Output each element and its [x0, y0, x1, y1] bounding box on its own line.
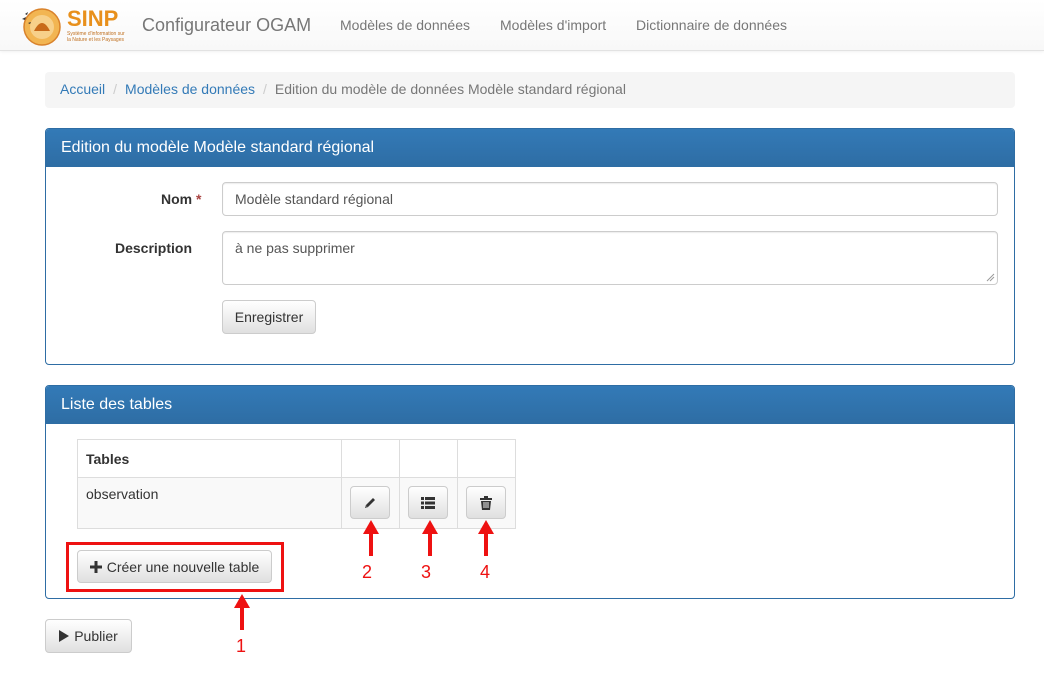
- breadcrumb-separator: /: [263, 81, 267, 97]
- navbar: SINP Système d'information sur la Nature…: [0, 0, 1044, 51]
- table-name-cell: observation: [77, 477, 342, 529]
- description-textarea[interactable]: à ne pas supprimer: [222, 231, 998, 285]
- logo-emblem-icon: [22, 8, 61, 46]
- logo-subtext: Système d'information sur la Nature et l…: [67, 31, 125, 43]
- table-header-row: Tables: [77, 439, 516, 478]
- annotation-number-2: 2: [362, 562, 373, 582]
- nav-link-data-models[interactable]: Modèles de données: [340, 17, 470, 33]
- annotation-arrow-up-icon: [478, 520, 494, 556]
- table-row: observation: [77, 477, 516, 529]
- annotation-arrow-up-icon: [422, 520, 438, 556]
- trash-icon: [480, 495, 492, 510]
- resize-grip-icon[interactable]: [986, 273, 995, 282]
- publish-label: Publier: [74, 628, 118, 644]
- breadcrumb-separator: /: [113, 81, 118, 97]
- nav-link-import-models[interactable]: Modèles d'import: [500, 17, 606, 33]
- annotation-number-3: 3: [421, 562, 432, 582]
- delete-table-button[interactable]: [466, 486, 506, 519]
- save-button[interactable]: Enregistrer: [222, 300, 316, 334]
- tables-column-header: Tables: [77, 439, 342, 478]
- breadcrumb-home[interactable]: Accueil: [60, 81, 105, 97]
- description-label: Description: [115, 240, 193, 256]
- annotation-number-4: 4: [480, 562, 491, 582]
- app-brand[interactable]: Configurateur OGAM: [142, 15, 311, 36]
- logo-text: SINP: [67, 6, 119, 31]
- annotation-arrow-up-icon: [363, 520, 379, 556]
- annotation-number-1: 1: [236, 636, 247, 656]
- play-icon: [59, 630, 70, 642]
- annotation-arrow-up-icon: [234, 594, 250, 630]
- tables-panel-title: Liste des tables: [46, 386, 1014, 424]
- breadcrumb: Accueil / Modèles de données / Edition du mo…: [45, 72, 1015, 108]
- name-input[interactable]: Modèle standard régional: [222, 182, 998, 216]
- breadcrumb-data-models[interactable]: Modèles de données: [125, 81, 255, 97]
- edit-model-panel: Edition du modèle Modèle standard région…: [45, 128, 1015, 365]
- required-marker: *: [196, 191, 202, 207]
- table-fields-button[interactable]: [408, 486, 448, 519]
- name-label-text: Nom: [161, 191, 193, 207]
- description-value: à ne pas supprimer: [235, 240, 355, 256]
- sinp-logo[interactable]: SINP Système d'information sur la Nature…: [20, 5, 128, 47]
- edit-panel-title: Edition du modèle Modèle standard région…: [46, 129, 1014, 167]
- tables-table: Tables observation: [77, 439, 516, 529]
- list-icon: [421, 496, 435, 509]
- pencil-icon: [365, 497, 375, 508]
- fields-column-header: [399, 439, 458, 478]
- nav-link-data-dictionary[interactable]: Dictionnaire de données: [636, 17, 787, 33]
- delete-column-header: [457, 439, 516, 478]
- breadcrumb-current: Edition du modèle de données Modèle stan…: [274, 81, 626, 97]
- publish-button[interactable]: Publier: [45, 619, 132, 653]
- edit-table-button[interactable]: [350, 486, 390, 519]
- edit-column-header: [341, 439, 400, 478]
- name-label: Nom *: [161, 191, 201, 207]
- annotation-highlight-box: [66, 542, 284, 592]
